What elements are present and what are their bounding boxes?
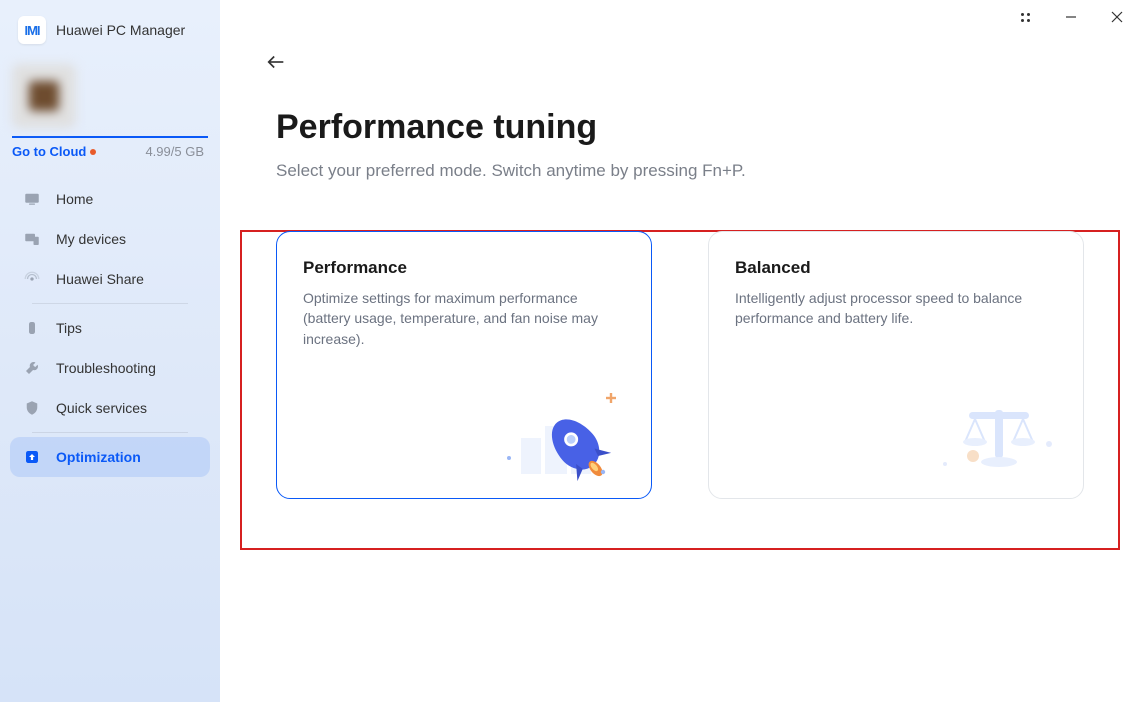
menu-dots-icon [1021, 13, 1030, 22]
scale-illustration [935, 392, 1065, 482]
page-subtitle: Select your preferred mode. Switch anyti… [276, 161, 1084, 181]
wrench-icon [22, 358, 42, 378]
sidebar-item-label: Optimization [56, 449, 141, 465]
go-to-cloud-link[interactable]: Go to Cloud [12, 144, 96, 159]
card-description: Intelligently adjust processor speed to … [735, 288, 1057, 329]
card-title: Performance [303, 258, 625, 278]
arrow-left-icon [265, 51, 287, 73]
card-title: Balanced [735, 258, 1057, 278]
sidebar-item-label: My devices [56, 231, 126, 247]
sidebar-item-label: Tips [56, 320, 82, 336]
rocket-illustration [503, 392, 633, 482]
arrowup-icon [22, 447, 42, 467]
devices-icon [22, 229, 42, 249]
sidebar-item-huawei-share[interactable]: Huawei Share [10, 259, 210, 299]
close-icon [1111, 11, 1123, 23]
mode-card-performance[interactable]: Performance Optimize settings for maximum… [276, 231, 652, 499]
nav-divider [32, 303, 188, 304]
page-title: Performance tuning [276, 108, 1084, 147]
back-button[interactable] [260, 46, 292, 78]
close-button[interactable] [1094, 0, 1140, 34]
nav-divider [32, 432, 188, 433]
shield-icon [22, 398, 42, 418]
cloud-usage: 4.99/5 GB [145, 144, 204, 159]
sidebar-item-label: Quick services [56, 400, 147, 416]
share-icon [22, 269, 42, 289]
monitor-icon [22, 189, 42, 209]
sidebar-nav: Home My devices Huawei Share Tips Troublesho… [0, 173, 220, 483]
menu-button[interactable] [1002, 0, 1048, 34]
app-header: IMI Huawei PC Manager [0, 0, 220, 58]
sidebar-item-home[interactable]: Home [10, 179, 210, 219]
info-icon [22, 318, 42, 338]
main: Performance tuning Select your preferred… [220, 0, 1140, 702]
sidebar-item-label: Huawei Share [56, 271, 144, 287]
sidebar-item-troubleshooting[interactable]: Troubleshooting [10, 348, 210, 388]
sidebar-item-tips[interactable]: Tips [10, 308, 210, 348]
mode-card-balanced[interactable]: Balanced Intelligently adjust processor s… [708, 231, 1084, 499]
cloud-link-label: Go to Cloud [12, 144, 86, 159]
app-title: Huawei PC Manager [56, 22, 185, 38]
card-description: Optimize settings for maximum performanc… [303, 288, 625, 349]
sidebar: IMI Huawei PC Manager Go to Cloud 4.99/5… [0, 0, 220, 702]
titlebar [1002, 0, 1140, 34]
notification-dot-icon [90, 149, 96, 155]
sidebar-item-label: Troubleshooting [56, 360, 156, 376]
app-logo: IMI [18, 16, 46, 44]
mode-cards: Performance Optimize settings for maximum… [220, 181, 1140, 499]
cloud-progress-bar [12, 136, 208, 138]
sidebar-item-label: Home [56, 191, 93, 207]
sidebar-item-quick-services[interactable]: Quick services [10, 388, 210, 428]
app-logo-text: IMI [24, 23, 39, 38]
account-block: Go to Cloud 4.99/5 GB [0, 58, 220, 173]
minimize-icon [1065, 11, 1077, 23]
avatar[interactable] [12, 64, 76, 128]
sidebar-item-my-devices[interactable]: My devices [10, 219, 210, 259]
minimize-button[interactable] [1048, 0, 1094, 34]
cloud-row: Go to Cloud 4.99/5 GB [12, 144, 208, 173]
sidebar-item-optimization[interactable]: Optimization [10, 437, 210, 477]
